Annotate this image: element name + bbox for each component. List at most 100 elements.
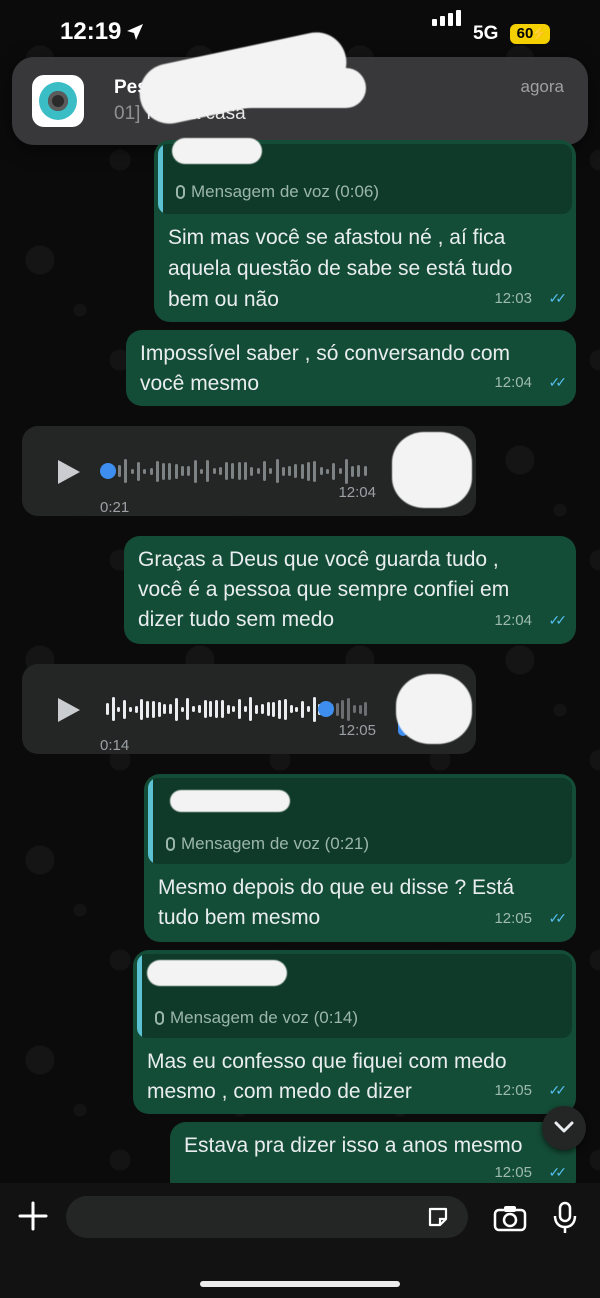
voice-message[interactable]: 0:14 12:05 xyxy=(22,664,476,754)
read-ticks-icon: ✓✓ xyxy=(548,910,568,926)
play-icon[interactable] xyxy=(58,460,80,484)
playback-position[interactable] xyxy=(318,701,334,717)
waveform-bar xyxy=(256,468,260,474)
waveform-bar xyxy=(174,697,178,721)
waveform-bar xyxy=(232,706,236,712)
waveform-bar xyxy=(118,465,121,477)
waveform[interactable] xyxy=(118,453,370,489)
waveform-bar xyxy=(244,462,247,480)
message-bubble[interactable]: Graças a Deus que você guarda tudo , voc… xyxy=(124,536,576,644)
network-label: 5G xyxy=(473,23,499,44)
waveform-bar xyxy=(237,462,241,480)
message-bubble[interactable]: Mensagem de voz (0:06) Sim mas você se a… xyxy=(154,140,576,322)
waveform-bar xyxy=(117,706,121,712)
chevron-down-icon xyxy=(554,1121,574,1133)
waveform-bar xyxy=(313,460,317,482)
reply-preview-label: Mensagem de voz (0:21) xyxy=(166,828,369,859)
mic-icon xyxy=(166,837,175,851)
status-time: 12:19 xyxy=(60,18,122,45)
waveform-bar xyxy=(288,466,292,476)
waveform-bar xyxy=(146,700,150,718)
play-icon[interactable] xyxy=(58,698,80,722)
waveform-bar xyxy=(249,697,253,721)
message-line: Mesmo depois do que eu disse ? Está xyxy=(158,876,515,899)
waveform-bar xyxy=(111,697,115,721)
message-input[interactable] xyxy=(66,1196,468,1238)
waveform-bar xyxy=(352,705,356,713)
waveform-bar xyxy=(325,468,329,474)
waveform-bar xyxy=(332,462,336,480)
waveform-bar xyxy=(238,699,241,719)
charging-bolt-icon: ⚡ xyxy=(530,25,548,41)
mic-icon xyxy=(155,1011,164,1025)
waveform-bar xyxy=(192,706,196,712)
waveform-bar xyxy=(130,468,134,474)
location-arrow-icon xyxy=(127,24,143,40)
home-indicator xyxy=(200,1281,400,1287)
message-time: 12:04 xyxy=(494,374,532,391)
waveform-bar xyxy=(307,461,310,481)
waveform-bar xyxy=(275,459,279,483)
plus-icon[interactable] xyxy=(18,1201,48,1231)
waveform-bar xyxy=(209,701,213,717)
waveform-bar xyxy=(294,464,298,478)
message-time: 12:05 xyxy=(494,910,532,927)
redacted-quoted-name xyxy=(172,138,262,164)
waveform-bar xyxy=(312,696,316,722)
waveform-bar xyxy=(169,704,173,714)
reply-preview[interactable]: Mensagem de voz (0:14) xyxy=(137,954,572,1038)
reply-preview[interactable]: Mensagem de voz (0:21) xyxy=(148,778,572,864)
waveform-bar xyxy=(140,698,144,720)
waveform-bar xyxy=(358,704,362,714)
waveform-bar xyxy=(123,699,127,719)
waveform-bar xyxy=(163,704,167,714)
message-line: Graças a Deus que você guarda tudo , xyxy=(138,548,499,571)
waveform-bar xyxy=(351,465,355,477)
waveform-bar xyxy=(301,700,305,718)
waveform-bar xyxy=(225,462,229,480)
sticker-icon[interactable] xyxy=(426,1205,450,1229)
message-line: aquela questão de sabe se está tudo xyxy=(168,257,513,280)
waveform-bar xyxy=(197,705,201,713)
message-bubble[interactable]: Mensagem de voz (0:21) Mesmo depois do q… xyxy=(144,774,576,942)
waveform-bar xyxy=(136,461,140,481)
app-icon xyxy=(32,75,84,127)
voice-message[interactable]: 0:21 12:04 xyxy=(22,426,476,516)
waveform-bar xyxy=(187,466,191,476)
waveform-bar xyxy=(180,706,184,712)
waveform-bar xyxy=(106,703,109,715)
waveform-bar xyxy=(269,468,273,474)
read-ticks-icon: ✓✓ xyxy=(548,1082,568,1098)
waveform-bar xyxy=(124,459,128,483)
waveform-bar xyxy=(212,468,216,474)
read-ticks-icon: ✓✓ xyxy=(548,612,568,628)
mic-icon xyxy=(176,185,185,199)
message-bubble[interactable]: Mensagem de voz (0:14) Mas eu confesso q… xyxy=(133,950,576,1114)
redacted-avatar xyxy=(392,432,472,508)
playback-position[interactable] xyxy=(100,463,116,479)
waveform-bar xyxy=(128,706,132,712)
waveform-bar xyxy=(157,701,161,717)
waveform-bar xyxy=(300,463,304,479)
reply-preview-label: Mensagem de voz (0:06) xyxy=(176,176,379,207)
waveform-bar xyxy=(289,705,293,713)
message-bubble[interactable]: Impossível saber , só conversando com vo… xyxy=(126,330,576,406)
voice-duration: 0:14 xyxy=(100,737,130,754)
message-line: você é a pessoa que sempre confiei em xyxy=(138,578,510,601)
waveform-bar xyxy=(338,468,342,474)
microphone-icon[interactable] xyxy=(553,1201,577,1235)
waveform-bar xyxy=(319,467,323,475)
camera-icon[interactable] xyxy=(493,1204,527,1232)
message-time: 12:03 xyxy=(494,290,532,307)
waveform-bar xyxy=(168,462,172,480)
message-line: Mas eu confesso que fiquei com medo xyxy=(147,1050,507,1073)
redacted-name xyxy=(170,790,290,812)
waveform-bar xyxy=(250,466,254,476)
message-time: 12:04 xyxy=(494,612,532,629)
waveform-bar xyxy=(231,463,235,479)
waveform-bar xyxy=(220,700,224,718)
scroll-down-button[interactable] xyxy=(542,1106,586,1150)
waveform-bar xyxy=(174,463,178,479)
read-ticks-icon: ✓✓ xyxy=(548,290,568,306)
notification-time: agora xyxy=(520,77,564,96)
